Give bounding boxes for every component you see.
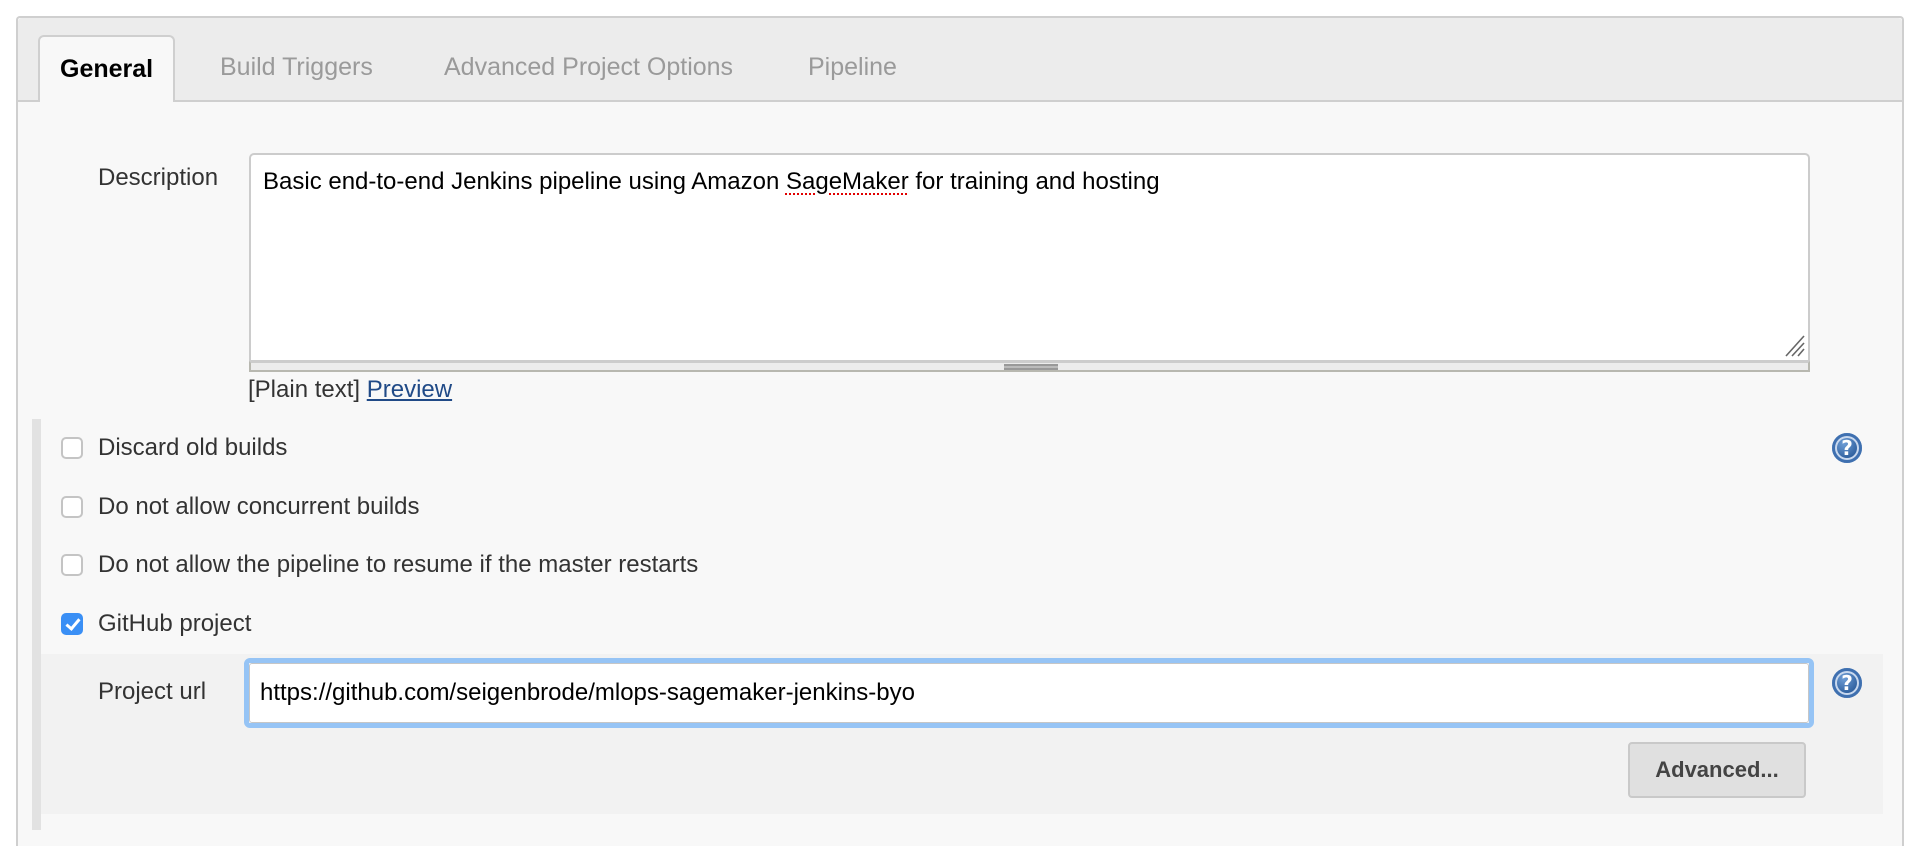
description-textarea[interactable]: Basic end-to-end Jenkins pipeline using …	[249, 153, 1810, 362]
resize-handle-icon[interactable]	[1004, 364, 1058, 370]
discard-old-builds-label: Discard old builds	[98, 434, 288, 461]
advanced-button[interactable]: Advanced...	[1628, 742, 1806, 798]
description-text: Basic end-to-end Jenkins pipeline using …	[263, 168, 786, 195]
format-note: [Plain text] Preview	[248, 376, 452, 404]
tab-bar: General Build Triggers Advanced Project …	[18, 18, 1902, 102]
tab-advanced-project-options[interactable]: Advanced Project Options	[444, 35, 733, 100]
no-resume-pipeline-checkbox[interactable]	[61, 554, 83, 576]
plain-text-label: [Plain text]	[248, 376, 361, 403]
project-url-label: Project url	[98, 678, 207, 705]
textarea-resize-bar[interactable]	[249, 361, 1810, 372]
github-project-label: GitHub project	[98, 610, 252, 637]
discard-old-builds-checkbox[interactable]	[61, 437, 83, 459]
description-label: Description	[98, 164, 219, 191]
description-text-end: for training and hosting	[908, 168, 1160, 195]
project-url-field-wrapper	[244, 658, 1814, 728]
help-icon[interactable]: ?	[1832, 668, 1862, 698]
help-icon[interactable]: ?	[1832, 433, 1862, 463]
tab-general[interactable]: General	[38, 35, 176, 102]
project-url-input[interactable]	[249, 663, 1809, 723]
github-project-checkbox[interactable]	[61, 613, 83, 635]
no-concurrent-builds-label: Do not allow concurrent builds	[98, 493, 420, 520]
no-resume-pipeline-label: Do not allow the pipeline to resume if t…	[98, 551, 699, 578]
tab-pipeline[interactable]: Pipeline	[808, 35, 897, 100]
section-indent-bar	[32, 419, 41, 830]
preview-link[interactable]: Preview	[367, 376, 452, 403]
tab-build-triggers[interactable]: Build Triggers	[220, 35, 373, 100]
misspelled-word: SageMaker	[785, 168, 909, 195]
resize-grip-icon[interactable]	[1782, 334, 1806, 358]
no-concurrent-builds-checkbox[interactable]	[61, 496, 83, 518]
